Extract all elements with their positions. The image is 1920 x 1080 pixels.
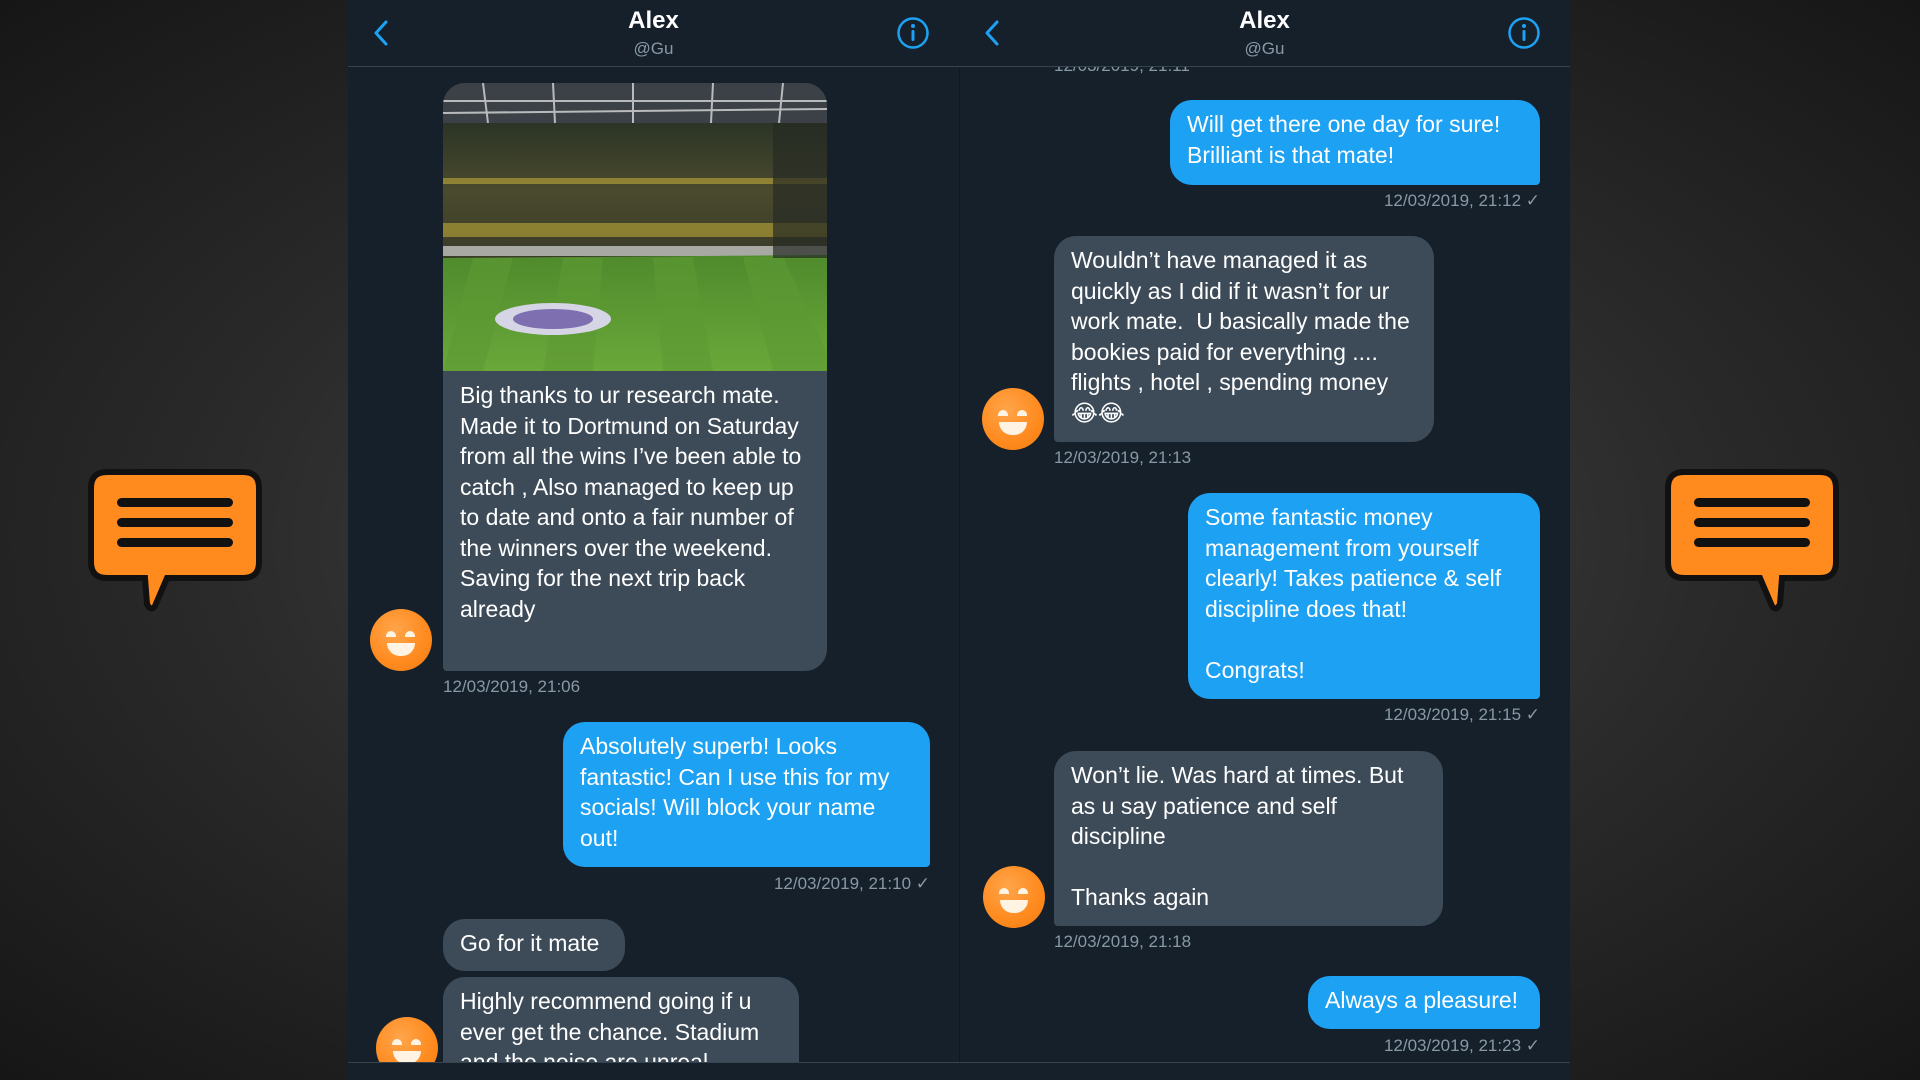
message-timestamp: 12/03/2019, 21:23 ✓: [1383, 1036, 1540, 1055]
conversation-panel-left: Alex @Gu Big thanks to ur research mate.…: [348, 0, 959, 1080]
composer-bar: [959, 1062, 1570, 1080]
message-bubble-incoming[interactable]: Big thanks to ur research mate. Made it …: [443, 371, 827, 671]
message-bubble-incoming[interactable]: Won’t lie. Was hard at times. But as u s…: [1054, 751, 1443, 926]
message-timestamp: 12/03/2019, 21:15 ✓: [1383, 705, 1540, 724]
contact-name[interactable]: Alex: [348, 7, 959, 35]
conversation-header: Alex @Gu: [348, 0, 959, 67]
contact-handle: @Gu: [633, 39, 674, 58]
speech-bubble-icon: [88, 469, 262, 612]
message-bubble-incoming[interactable]: Wouldn’t have managed it as quickly as I…: [1054, 236, 1434, 442]
contact-handle: @Gu: [1244, 39, 1285, 58]
avatar[interactable]: [983, 866, 1045, 928]
conversation-panel-right: Alex @Gu 12/03/2019, 21:11 Will get ther…: [959, 0, 1570, 1080]
speech-bubble-icon: [1665, 469, 1839, 612]
composer-bar: [348, 1062, 959, 1080]
avatar[interactable]: [370, 609, 432, 671]
conversation-header: Alex @Gu: [959, 0, 1570, 67]
avatar[interactable]: [982, 388, 1044, 450]
message-bubble-outgoing[interactable]: Will get there one day for sure! Brillia…: [1170, 100, 1540, 185]
stadium-photo[interactable]: [443, 83, 827, 371]
message-bubble-outgoing[interactable]: Always a pleasure!: [1308, 976, 1540, 1029]
message-timestamp: 12/03/2019, 21:06: [443, 677, 581, 696]
message-timestamp: 12/03/2019, 21:10 ✓: [773, 874, 930, 893]
info-circle-icon[interactable]: [896, 16, 930, 50]
message-timestamp: 12/03/2019, 21:12 ✓: [1383, 191, 1540, 210]
contact-name[interactable]: Alex: [959, 7, 1570, 35]
info-circle-icon[interactable]: [1507, 16, 1541, 50]
message-bubble-outgoing[interactable]: Some fantastic money management from you…: [1188, 493, 1540, 699]
message-bubble-incoming[interactable]: Go for it mate: [443, 919, 625, 971]
message-bubble-outgoing[interactable]: Absolutely superb! Looks fantastic! Can …: [563, 722, 930, 867]
message-timestamp: 12/03/2019, 21:13: [1054, 448, 1192, 467]
message-timestamp: 12/03/2019, 21:18: [1054, 932, 1192, 951]
